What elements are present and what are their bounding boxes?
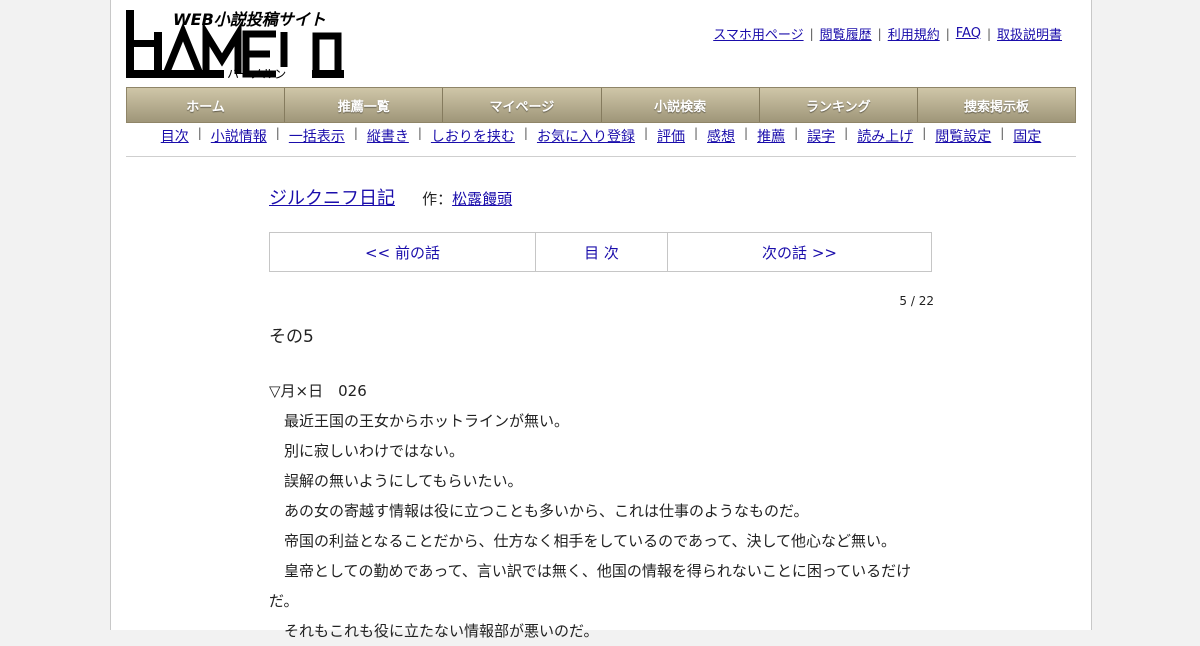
- separator: |: [945, 26, 950, 41]
- subnav-novel-info[interactable]: 小説情報: [211, 126, 267, 146]
- subnav-typo[interactable]: 誤字: [807, 126, 835, 146]
- manual-link[interactable]: 取扱説明書: [997, 24, 1062, 43]
- next-chapter-link[interactable]: 次の話 >>: [668, 233, 931, 271]
- novel-sub-nav: 目次 | 小説情報 | 一括表示 | 縦書き | しおりを挟む | お気に入り登…: [126, 126, 1076, 157]
- separator: |: [809, 26, 814, 41]
- separator: |: [694, 126, 699, 140]
- body-line: 皇帝としての勤めであって、言い訳では無く、他国の情報を得られないことに困っている…: [269, 562, 912, 580]
- subnav-read-aloud[interactable]: 読み上げ: [857, 126, 913, 146]
- nav-search-board[interactable]: 捜索掲示板: [918, 88, 1075, 122]
- body-line: あの女の寄越す情報は役に立つことも多いから、これは仕事のようなものだ。: [269, 502, 809, 520]
- body-line: 帝国の利益となることだから、仕方なく相手をしているのであって、決して他心など無い…: [269, 532, 897, 550]
- nav-recommendations[interactable]: 推薦一覧: [285, 88, 444, 122]
- toc-link[interactable]: 目 次: [536, 233, 668, 271]
- subnav-vertical[interactable]: 縦書き: [367, 126, 409, 146]
- separator: |: [197, 126, 202, 140]
- separator: |: [844, 126, 849, 140]
- separator: |: [794, 126, 799, 140]
- svg-text:WEB小説投稿サイト: WEB小説投稿サイト: [173, 10, 326, 29]
- separator: |: [877, 26, 882, 41]
- nav-novel-search[interactable]: 小説検索: [602, 88, 760, 122]
- subnav-recommend[interactable]: 推薦: [757, 126, 785, 146]
- body-line: それもこれも役に立たない情報部が悪いのだ。: [269, 622, 599, 640]
- main-nav: ホーム 推薦一覧 マイページ 小説検索 ランキング 捜索掲示板: [126, 87, 1076, 123]
- subnav-rating[interactable]: 評価: [657, 126, 685, 146]
- subnav-pin[interactable]: 固定: [1013, 126, 1041, 146]
- body-line: だ。: [269, 592, 299, 610]
- author-link[interactable]: 松露饅頭: [452, 190, 512, 208]
- body-line: 別に寂しいわけではない。: [269, 442, 465, 460]
- smartphone-page-link[interactable]: スマホ用ページ: [713, 24, 803, 43]
- hameln-logo-icon: WEB小説投稿サイト ハーメルン: [126, 10, 344, 81]
- separator: |: [417, 126, 422, 140]
- nav-mypage[interactable]: マイページ: [443, 88, 602, 122]
- faq-link[interactable]: FAQ: [956, 26, 981, 41]
- separator: |: [523, 126, 528, 140]
- body-line: ▽月×日 026: [269, 382, 367, 400]
- prev-chapter-link[interactable]: << 前の話: [270, 233, 536, 271]
- subnav-view-settings[interactable]: 閲覧設定: [935, 126, 991, 146]
- subnav-bookmark[interactable]: しおりを挟む: [431, 126, 515, 146]
- nav-home[interactable]: ホーム: [127, 88, 286, 122]
- site-logo[interactable]: WEB小説投稿サイト ハーメルン: [126, 10, 346, 81]
- separator: |: [353, 126, 358, 140]
- page-count: 5 / 22: [899, 294, 934, 308]
- novel-title-link[interactable]: ジルクニフ日記: [269, 188, 395, 209]
- separator: |: [922, 126, 927, 140]
- separator: |: [275, 126, 280, 140]
- history-link[interactable]: 閲覧履歴: [820, 24, 872, 43]
- separator: |: [1000, 126, 1005, 140]
- chapter-nav: << 前の話 目 次 次の話 >>: [269, 232, 932, 272]
- separator: |: [986, 26, 991, 41]
- subnav-favorite[interactable]: お気に入り登録: [537, 126, 635, 146]
- subnav-comments[interactable]: 感想: [707, 126, 735, 146]
- chapter-body: ▽月×日 026 最近王国の王女からホットラインが無い。 別に寂しいわけではない…: [269, 376, 924, 646]
- subnav-show-all[interactable]: 一括表示: [289, 126, 345, 146]
- separator: |: [744, 126, 749, 140]
- body-line: 誤解の無いようにしてもらいたい。: [269, 472, 523, 490]
- svg-text:ハーメルン: ハーメルン: [227, 67, 286, 80]
- terms-link[interactable]: 利用規約: [888, 24, 940, 43]
- novel-title-line: ジルクニフ日記 作：松露饅頭: [269, 184, 512, 210]
- page-container: WEB小説投稿サイト ハーメルン スマホ用ページ | 閲覧履歴 | 利用規約 |…: [110, 0, 1092, 640]
- separator: |: [643, 126, 648, 140]
- nav-ranking[interactable]: ランキング: [760, 88, 918, 122]
- body-line: 最近王国の王女からホットラインが無い。: [269, 412, 570, 430]
- subnav-toc[interactable]: 目次: [161, 126, 189, 146]
- top-links: スマホ用ページ | 閲覧履歴 | 利用規約 | FAQ | 取扱説明書: [713, 24, 1062, 43]
- chapter-title: その5: [269, 327, 314, 347]
- author-prefix: 作：: [422, 190, 453, 208]
